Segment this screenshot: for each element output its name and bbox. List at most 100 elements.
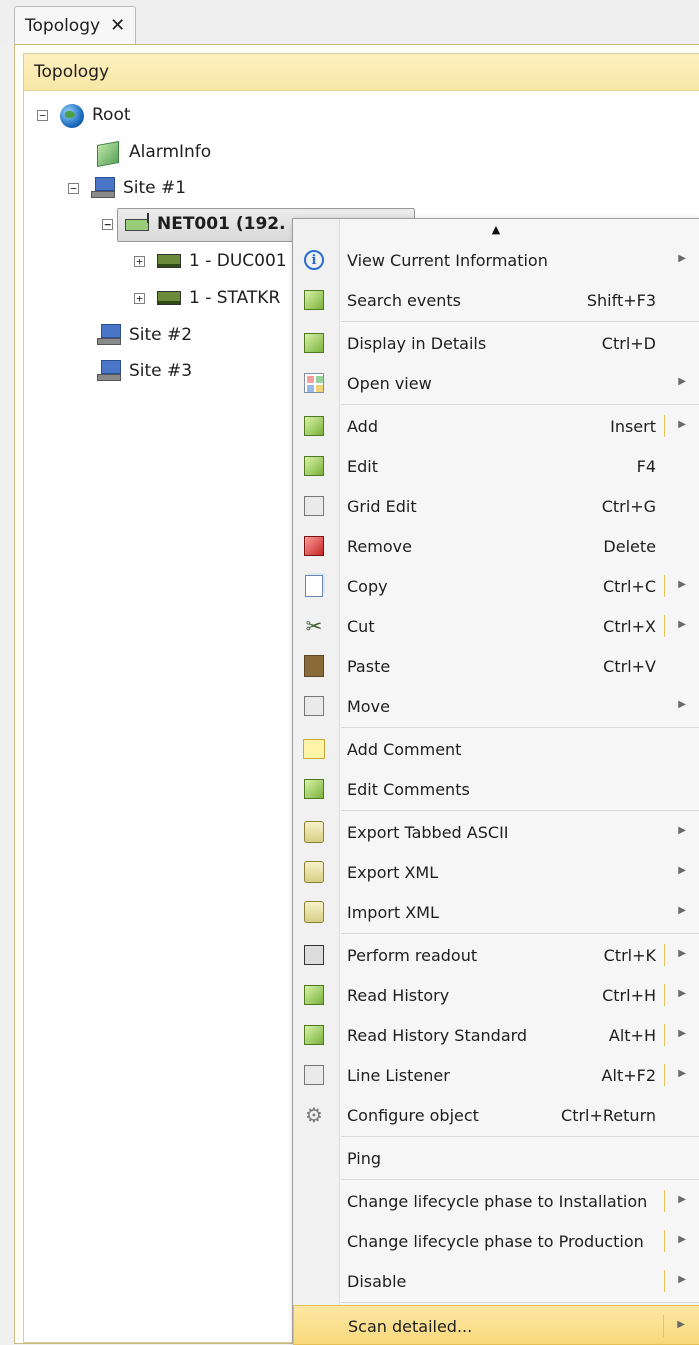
menu-item-label: Read History Standard [347,1026,528,1045]
menu-item-shortcut: Ctrl+D [601,334,656,353]
submenu-divider [664,1024,665,1046]
menu-item-disable[interactable]: Disable ▶ [293,1261,699,1301]
submenu-arrow-icon[interactable]: ▶ [678,1234,686,1245]
menu-item-shortcut: Ctrl+K [603,946,656,965]
menu-item-export-xml[interactable]: Export XML ▶ [293,852,699,892]
menu-item-edit[interactable]: Edit F4 [293,446,699,486]
tree-node-site-1[interactable]: − Site #1 [68,173,186,203]
submenu-arrow-icon[interactable]: ▶ [677,1319,685,1330]
menu-item-label: Read History [347,986,450,1005]
grid-view-icon [301,371,327,395]
menu-item-lifecycle-production[interactable]: Change lifecycle phase to Production ▶ [293,1221,699,1261]
menu-item-shortcut: Ctrl+Return [561,1106,656,1125]
menu-item-perform-readout[interactable]: Perform readout Ctrl+K ▶ [293,935,699,975]
menu-item-grid-edit[interactable]: Grid Edit Ctrl+G [293,486,699,526]
tree-node-duc001[interactable]: + 1 - DUC001 [134,246,287,276]
info-icon: i [301,248,327,272]
menu-item-export-tabbed-ascii[interactable]: Export Tabbed ASCII ▶ [293,812,699,852]
submenu-arrow-icon: ▶ [678,905,686,916]
tree-node-net001[interactable]: − NET001 (192. [102,209,286,239]
menu-item-label: Configure object [347,1106,479,1125]
cube-icon [97,141,121,167]
menu-item-copy[interactable]: Copy Ctrl+C ▶ [293,566,699,606]
menu-item-import-xml[interactable]: Import XML ▶ [293,892,699,932]
gear-icon: ⚙ [305,1103,323,1127]
tree-node-alarminfo[interactable]: AlarmInfo [97,137,211,167]
tree-node-label: NET001 (192. [157,214,286,234]
submenu-divider [663,1315,664,1337]
menu-item-add[interactable]: Add Insert ▶ [293,406,699,446]
menu-item-label: Line Listener [347,1066,450,1085]
submenu-arrow-icon[interactable]: ▶ [678,948,686,959]
tree-node-site-3[interactable]: Site #3 [97,356,192,386]
menu-item-scan-detailed[interactable]: Scan detailed... ▶ [293,1305,699,1345]
tree-node-site-2[interactable]: Site #2 [97,320,192,350]
menu-item-ping[interactable]: Ping [293,1138,699,1178]
menu-item-label: Scan detailed... [348,1317,473,1336]
menu-separator [341,933,699,934]
clipboard-icon [301,654,327,678]
menu-separator [341,1179,699,1180]
menu-item-add-comment[interactable]: Add Comment [293,729,699,769]
menu-item-move[interactable]: Move ▶ [293,686,699,726]
submenu-divider [664,1230,665,1252]
menu-item-configure-object[interactable]: ⚙ Configure object Ctrl+Return [293,1095,699,1135]
panel-title: Topology [34,62,110,82]
menu-item-label: Disable [347,1272,407,1291]
menu-item-shortcut: Delete [603,537,656,556]
scroll-up-arrow-icon[interactable]: ▲ [293,219,699,239]
export-icon [301,820,327,844]
submenu-arrow-icon[interactable]: ▶ [678,619,686,630]
submenu-arrow-icon[interactable]: ▶ [678,1068,686,1079]
collapse-icon[interactable]: − [68,182,79,194]
menu-item-read-history-standard[interactable]: Read History Standard Alt+H ▶ [293,1015,699,1055]
collapse-icon[interactable]: − [102,218,113,230]
submenu-arrow-icon[interactable]: ▶ [678,1028,686,1039]
submenu-arrow-icon[interactable]: ▶ [678,579,686,590]
menu-item-open-view[interactable]: Open view ▶ [293,363,699,403]
menu-item-shortcut: F4 [636,457,656,476]
menu-item-display-in-details[interactable]: Display in Details Ctrl+D [293,323,699,363]
meter-icon [301,943,327,967]
menu-item-shortcut: Ctrl+C [602,577,656,596]
move-icon [301,694,327,718]
submenu-divider [664,575,665,597]
submenu-arrow-icon[interactable]: ▶ [678,988,686,999]
close-icon[interactable]: ✕ [110,17,125,35]
menu-item-search-events[interactable]: Search events Shift+F3 [293,280,699,320]
menu-item-cut[interactable]: ✂ Cut Ctrl+X ▶ [293,606,699,646]
submenu-divider [664,1190,665,1212]
tab-topology[interactable]: Topology ✕ [14,6,137,45]
menu-separator [341,1302,699,1303]
tree-node-label: 1 - STATKR [189,288,281,308]
menu-item-line-listener[interactable]: Line Listener Alt+F2 ▶ [293,1055,699,1095]
menu-item-shortcut: Shift+F3 [586,291,656,310]
submenu-arrow-icon: ▶ [678,376,686,387]
menu-item-label: Edit [347,457,378,476]
collapse-icon[interactable]: − [37,109,48,121]
submenu-arrow-icon[interactable]: ▶ [678,419,686,430]
menu-item-view-current-information[interactable]: i View Current Information ▶ [293,240,699,280]
submenu-arrow-icon[interactable]: ▶ [678,1274,686,1285]
network-device-icon [125,213,149,235]
device-icon [157,287,181,309]
tree-node-statkr[interactable]: + 1 - STATKR [134,283,280,313]
computer-icon [97,324,121,346]
menu-item-paste[interactable]: Paste Ctrl+V [293,646,699,686]
menu-item-shortcut: Ctrl+H [602,986,656,1005]
menu-item-label: Import XML [347,903,439,922]
menu-item-label: Grid Edit [347,497,417,516]
submenu-arrow-icon[interactable]: ▶ [678,1194,686,1205]
menu-item-label: Edit Comments [347,780,470,799]
expand-icon[interactable]: + [134,255,145,267]
tree-node-root[interactable]: − Root [37,100,131,130]
menu-item-read-history[interactable]: Read History Ctrl+H ▶ [293,975,699,1015]
expand-icon[interactable]: + [134,292,145,304]
submenu-divider [664,1270,665,1292]
search-events-icon [301,288,327,312]
menu-item-edit-comments[interactable]: Edit Comments [293,769,699,809]
menu-item-lifecycle-installation[interactable]: Change lifecycle phase to Installation ▶ [293,1181,699,1221]
submenu-arrow-icon: ▶ [678,699,686,710]
menu-item-shortcut: Alt+H [608,1026,656,1045]
menu-item-remove[interactable]: Remove Delete [293,526,699,566]
